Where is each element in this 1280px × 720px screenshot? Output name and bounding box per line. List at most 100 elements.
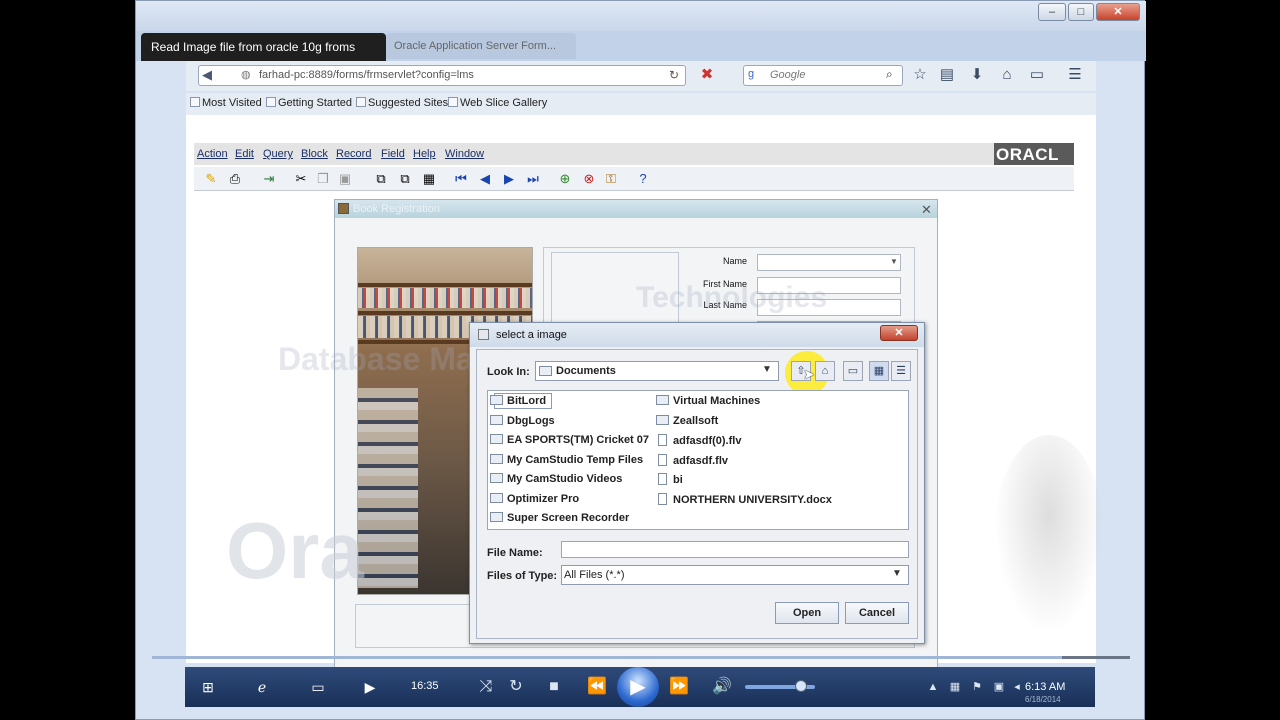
first-record-icon[interactable]: ⏮ <box>452 170 470 188</box>
search-bar[interactable]: g Google ⌕ <box>743 65 903 86</box>
menu-icon[interactable]: ☰ <box>1066 66 1084 84</box>
tray-icon[interactable]: ▦ <box>947 676 963 698</box>
folder-item[interactable]: EA SPORTS(TM) Cricket 07 <box>490 434 649 446</box>
play-button[interactable]: ▶ <box>617 667 659 707</box>
cancel-query-icon[interactable]: ▦ <box>420 170 438 188</box>
help-icon[interactable]: ? <box>634 170 652 188</box>
paste-icon[interactable]: ▣ <box>336 170 354 188</box>
folder-item[interactable]: Super Screen Recorder <box>490 512 629 524</box>
close-button[interactable]: ✕ <box>1096 3 1140 21</box>
volume-icon[interactable]: 🔊 <box>711 676 733 698</box>
folder-item[interactable]: Optimizer Pro <box>490 493 579 505</box>
folder-icon <box>490 512 503 522</box>
reload-icon[interactable]: ↻ <box>669 68 679 82</box>
print-icon[interactable]: ⎙ <box>226 170 244 188</box>
menu-block[interactable]: Block <box>301 148 328 160</box>
folder-item[interactable]: BitLord <box>490 395 546 407</box>
close-icon[interactable]: ✕ <box>921 202 932 218</box>
tray-icon[interactable]: ▲ <box>925 676 941 698</box>
cut-icon[interactable]: ✂ <box>292 170 310 188</box>
last-record-icon[interactable]: ⏭ <box>524 170 542 188</box>
menu-field[interactable]: Field <box>381 148 405 160</box>
bookmarks-list-icon[interactable]: ▤ <box>938 66 956 84</box>
bookmark-most-visited[interactable]: Most Visited <box>190 97 262 109</box>
tab-label: Oracle Application Server Form... <box>394 40 557 52</box>
window-icon[interactable]: ▭ <box>1028 66 1046 84</box>
delete-record-icon[interactable]: ⊗ <box>580 170 598 188</box>
start-icon[interactable]: ⊞ <box>193 675 223 699</box>
query-icon[interactable]: ⧉ <box>372 170 390 188</box>
file-type-combo[interactable]: All Files (*.*) ▼ <box>561 565 909 585</box>
file-name-input[interactable] <box>561 541 909 558</box>
tab-inactive[interactable]: Oracle Application Server Form... <box>386 33 576 59</box>
bookmark-web-slice-gallery[interactable]: Web Slice Gallery <box>448 97 547 109</box>
bookmark-getting-started[interactable]: Getting Started <box>266 97 352 109</box>
list-view-icon[interactable]: ▦ <box>869 361 889 381</box>
new-folder-icon[interactable]: ▭ <box>843 361 863 381</box>
back-icon[interactable]: ◀ <box>202 67 212 83</box>
search-icon[interactable]: ⌕ <box>886 67 893 82</box>
open-button[interactable]: Open <box>775 602 839 624</box>
menu-action[interactable]: Action <box>197 148 228 160</box>
look-in-combo[interactable]: Documents ▼ <box>535 361 779 381</box>
file-chooser-dialog: select a image ✕ Look In: Documents ▼ ⇧ … <box>469 322 925 644</box>
menu-help[interactable]: Help <box>413 148 436 160</box>
ie-icon[interactable]: ℯ <box>247 675 277 699</box>
tab-active[interactable]: Read Image file from oracle 10g froms <box>141 33 386 61</box>
shuffle-icon[interactable]: ⤨ <box>475 676 497 698</box>
flag-icon[interactable]: ⚑ <box>969 676 985 698</box>
speaker-icon[interactable]: ◂ <box>1009 676 1025 698</box>
search-placeholder: Google <box>770 69 806 81</box>
insert-record-icon[interactable]: ⊕ <box>556 170 574 188</box>
folder-item[interactable]: My CamStudio Videos <box>490 473 622 485</box>
look-in-label: Look In: <box>487 366 530 378</box>
repeat-icon[interactable]: ↻ <box>505 676 527 698</box>
bookmark-icon <box>448 97 458 107</box>
home-folder-icon[interactable]: ⌂ <box>815 361 835 381</box>
folder-item[interactable]: Virtual Machines <box>656 395 760 407</box>
folder-item[interactable]: Zeallsoft <box>656 415 718 427</box>
dialog-close-button[interactable]: ✕ <box>880 325 918 341</box>
next-record-icon[interactable]: ▶ <box>500 170 518 188</box>
file-item[interactable]: bi <box>658 473 683 486</box>
name-combo[interactable]: ▼ <box>757 254 901 271</box>
folder-item[interactable]: My CamStudio Temp Files <box>490 454 643 466</box>
next-icon[interactable]: ⏩ <box>667 676 691 698</box>
maximize-button[interactable]: □ <box>1068 3 1094 21</box>
network-icon[interactable]: ▣ <box>991 676 1007 698</box>
folder-item[interactable]: DbgLogs <box>490 415 555 427</box>
java-icon <box>478 329 489 340</box>
addon-icon[interactable]: ✖ <box>698 66 716 84</box>
details-view-icon[interactable]: ☰ <box>891 361 911 381</box>
video-progress-bar[interactable] <box>152 656 1130 659</box>
menu-query[interactable]: Query <box>263 148 293 160</box>
execute-query-icon[interactable]: ⧉ <box>396 170 414 188</box>
exit-icon[interactable]: ⇥ <box>260 170 278 188</box>
media-icon[interactable]: ▶ <box>355 675 385 699</box>
stop-icon[interactable]: ■ <box>543 676 565 698</box>
url-bar[interactable]: ◀ ◍ farhad-pc:8889/forms/frmservlet?conf… <box>198 65 686 86</box>
minimize-button[interactable]: – <box>1038 3 1066 21</box>
bookmark-star-icon[interactable]: ☆ <box>911 66 929 84</box>
cancel-button[interactable]: Cancel <box>845 602 909 624</box>
menu-edit[interactable]: Edit <box>235 148 254 160</box>
previous-icon[interactable]: ⏪ <box>585 676 609 698</box>
file-item[interactable]: adfasdf(0).flv <box>658 434 741 447</box>
folder-icon <box>656 395 669 405</box>
home-icon[interactable]: ⌂ <box>998 66 1016 84</box>
download-icon[interactable]: ⬇ <box>968 66 986 84</box>
dialog-title-bar: select a image ✕ <box>470 323 924 347</box>
save-icon[interactable]: ✎ <box>202 170 220 188</box>
lock-record-icon[interactable]: ⚿ <box>602 170 620 188</box>
file-item[interactable]: adfasdf.flv <box>658 454 728 467</box>
explorer-icon[interactable]: ▭ <box>303 675 333 699</box>
copy-icon[interactable]: ❐ <box>314 170 332 188</box>
file-list[interactable]: BitLord DbgLogs EA SPORTS(TM) Cricket 07… <box>487 390 909 530</box>
chevron-down-icon: ▼ <box>890 257 898 266</box>
file-item[interactable]: NORTHERN UNIVERSITY.docx <box>658 493 832 506</box>
menu-window[interactable]: Window <box>445 148 484 160</box>
volume-knob[interactable] <box>795 680 807 692</box>
bookmark-suggested-sites[interactable]: Suggested Sites <box>356 97 448 109</box>
menu-record[interactable]: Record <box>336 148 371 160</box>
prev-record-icon[interactable]: ◀ <box>476 170 494 188</box>
